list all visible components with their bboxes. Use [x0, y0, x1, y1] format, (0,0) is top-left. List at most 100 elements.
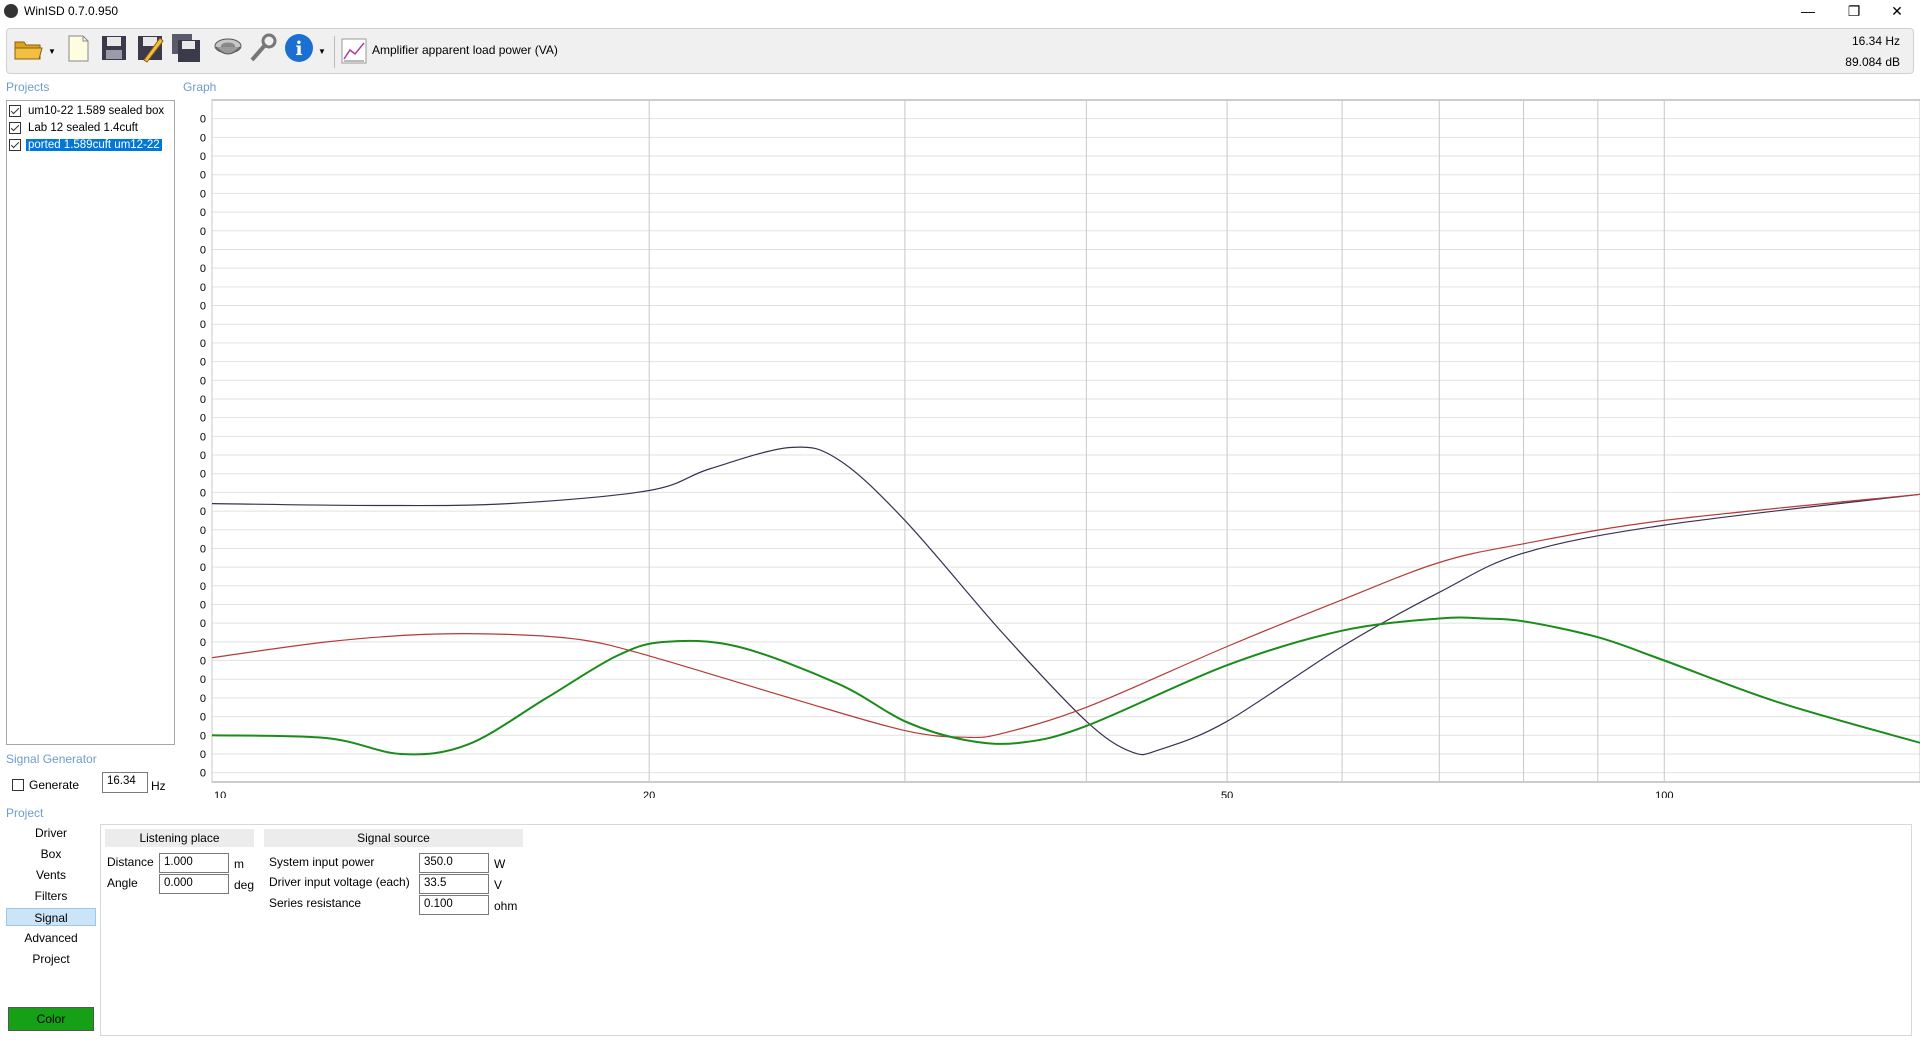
project-checkbox[interactable] [9, 105, 21, 117]
nav-item-project[interactable]: Project [6, 950, 96, 968]
project-label[interactable]: um10-22 1.589 sealed box [26, 105, 166, 117]
y-tick-label: 20 [200, 768, 206, 780]
x-tick-label: 10 [214, 790, 226, 798]
open-folder-icon[interactable] [12, 32, 44, 64]
y-tick-label: 460 [200, 357, 206, 369]
y-tick-label: 480 [200, 338, 206, 350]
nav-item-advanced[interactable]: Advanced [6, 929, 96, 947]
cursor-frequency-readout: 16.34 Hz [1851, 34, 1900, 48]
y-tick-label: 680 [200, 151, 206, 163]
project-item[interactable]: Lab 12 sealed 1.4cuft [9, 120, 140, 136]
y-tick-label: 420 [200, 394, 206, 406]
angle-label: Angle [107, 876, 138, 890]
project-item[interactable]: um10-22 1.589 sealed box [9, 103, 166, 119]
restore-button[interactable]: ❐ [1831, 0, 1877, 22]
y-tick-label: 620 [200, 207, 206, 219]
distance-input[interactable]: 1.000 [159, 853, 229, 873]
nav-item-filters[interactable]: Filters [6, 887, 96, 905]
save-all-icon[interactable] [170, 32, 202, 64]
system-input-power-unit: W [494, 857, 506, 871]
y-tick-label: 160 [200, 637, 206, 649]
info-dropdown-arrow[interactable]: ▼ [318, 47, 326, 56]
projects-heading: Projects [6, 80, 50, 94]
y-tick-label: 520 [200, 301, 206, 313]
y-tick-label: 140 [200, 656, 206, 668]
angle-input[interactable]: 0.000 [159, 874, 229, 894]
minimize-button[interactable]: — [1785, 0, 1831, 22]
title-bar [0, 0, 1920, 22]
open-dropdown-arrow[interactable]: ▼ [48, 47, 56, 56]
y-tick-label: 400 [200, 413, 206, 425]
series-resistance-input[interactable]: 0.100 [419, 895, 489, 915]
svg-text:i: i [295, 38, 302, 60]
distance-label: Distance [107, 855, 154, 869]
tools-wrench-icon[interactable] [246, 32, 278, 64]
driver-icon[interactable] [212, 32, 244, 64]
x-tick-label: 50 [1221, 790, 1233, 798]
save-as-icon[interactable] [134, 32, 166, 64]
project-checkbox[interactable] [9, 122, 21, 134]
y-tick-label: 240 [200, 562, 206, 574]
y-tick-label: 500 [200, 319, 206, 331]
y-tick-label: 640 [200, 188, 206, 200]
y-tick-label: 260 [200, 543, 206, 555]
y-tick-label: 80 [200, 712, 206, 724]
projects-list: um10-22 1.589 sealed box Lab 12 sealed 1… [6, 100, 175, 745]
series-resistance-unit: ohm [494, 899, 518, 913]
signal-source-header: Signal source [264, 829, 523, 847]
y-tick-label: 40 [200, 749, 206, 761]
nav-item-signal[interactable]: Signal [6, 908, 96, 926]
generate-label: Generate [29, 778, 80, 792]
cursor-level-readout: 89.084 dB [1845, 55, 1900, 69]
project-item[interactable]: ported 1.589cuft um12-22 [9, 137, 163, 153]
y-tick-label: 180 [200, 618, 206, 630]
generate-checkbox[interactable] [12, 779, 24, 791]
y-tick-label: 600 [200, 226, 206, 238]
project-label[interactable]: Lab 12 sealed 1.4cuft [26, 122, 140, 134]
graph-chart[interactable]: 20 40 60 80 100 120 140 160 180 200 220 240 260 280 30… [200, 98, 1920, 798]
listening-place-header: Listening place [105, 829, 254, 847]
project-label[interactable]: ported 1.589cuft um12-22 [25, 138, 163, 152]
new-project-icon[interactable] [62, 32, 94, 64]
y-tick-label: 540 [200, 282, 206, 294]
y-tick-label: 280 [200, 525, 206, 537]
nav-item-vents[interactable]: Vents [6, 866, 96, 884]
project-nav: Driver Box Vents Filters Signal Advanced… [6, 824, 98, 1036]
x-tick-label: 20 [643, 790, 655, 798]
y-tick-label: 220 [200, 581, 206, 593]
angle-unit: deg [234, 878, 255, 892]
driver-input-voltage-unit: V [494, 878, 503, 892]
app-logo-icon [4, 4, 18, 18]
project-checkbox[interactable] [9, 139, 21, 151]
y-tick-label: 100 [200, 693, 206, 705]
x-tick-label: 100 [1655, 790, 1673, 798]
y-tick-label: 440 [200, 375, 206, 387]
graph-type-icon[interactable] [341, 38, 367, 64]
y-tick-label: 320 [200, 487, 206, 499]
y-tick-label: 380 [200, 431, 206, 443]
window-title: WinISD 0.7.0.950 [24, 4, 119, 18]
signal-generator-heading: Signal Generator [6, 752, 97, 766]
info-icon[interactable]: i [283, 32, 315, 64]
nav-item-box[interactable]: Box [6, 845, 96, 863]
save-icon[interactable] [98, 32, 130, 64]
color-button[interactable]: Color [8, 1007, 94, 1031]
y-tick-label: 340 [200, 469, 206, 481]
signal-panel: Listening place Distance 1.000 m Angle 0… [100, 824, 1912, 1036]
close-button[interactable]: ✕ [1874, 0, 1920, 22]
driver-input-voltage-input[interactable]: 33.5 [419, 874, 489, 894]
toolbar-separator [334, 36, 335, 68]
y-tick-label: 660 [200, 170, 206, 182]
nav-item-driver[interactable]: Driver [6, 824, 96, 842]
graph-type-label[interactable]: Amplifier apparent load power (VA) [372, 43, 558, 57]
system-input-power-input[interactable]: 350.0 [419, 853, 489, 873]
y-tick-label: 720 [200, 114, 206, 126]
y-tick-label: 560 [200, 263, 206, 275]
y-tick-label: 360 [200, 450, 206, 462]
generator-frequency-input[interactable]: 16.34 [102, 772, 148, 793]
graph-heading: Graph [183, 80, 217, 94]
distance-unit: m [234, 857, 244, 871]
y-tick-label: 60 [200, 730, 206, 742]
y-tick-label: 200 [200, 599, 206, 611]
project-heading: Project [6, 806, 44, 820]
